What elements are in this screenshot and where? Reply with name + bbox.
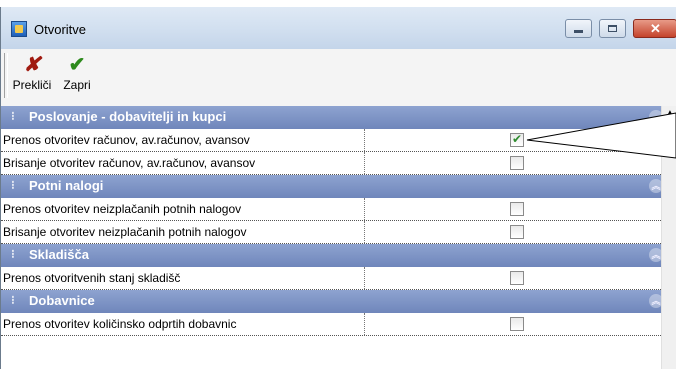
callout-balloon [526, 112, 676, 159]
callout-pointer [526, 112, 676, 159]
